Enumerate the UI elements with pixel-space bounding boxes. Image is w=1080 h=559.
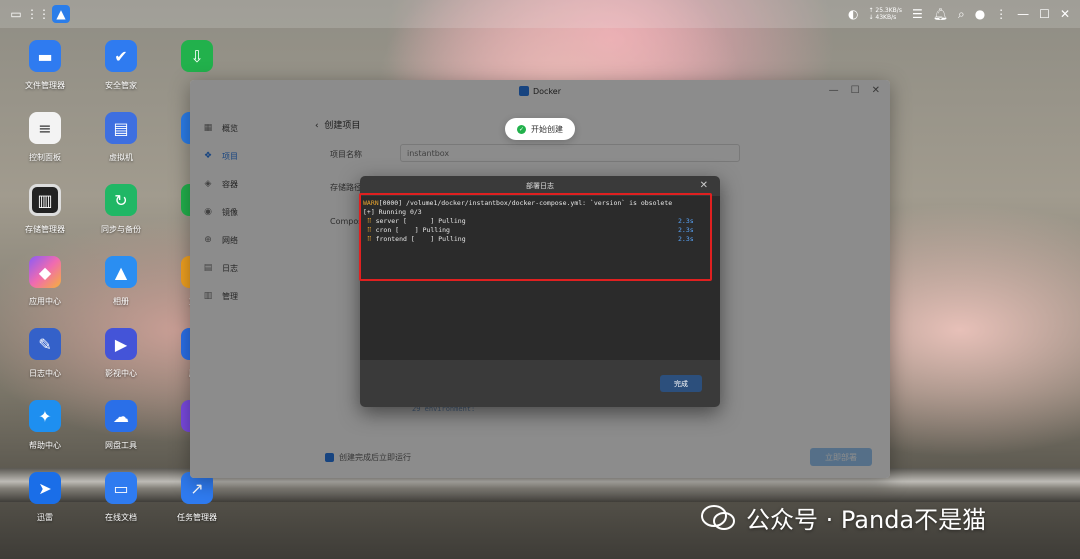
bird-icon: ➤ (29, 472, 61, 504)
desktop-app-control-panel[interactable]: ≡ 控制面板 (10, 112, 80, 163)
search-icon[interactable]: ⌕ (958, 7, 965, 22)
tasks-icon[interactable]: ☰ (912, 7, 923, 21)
sync-icon: ↻ (105, 184, 137, 216)
desktop-app-thunder[interactable]: ➤ 迅雷 (10, 472, 80, 523)
top-bar: ▭ ⋮⋮ ▲ ◐ ↑ 25.3KB/s ↓ 43KB/s ☰ 🔔︎ ⌕ ● ⋮ … (0, 0, 1080, 28)
play-icon: ▶ (105, 328, 137, 360)
folder-icon: ▬ (29, 40, 61, 72)
user-icon[interactable]: ● (975, 7, 985, 21)
toast-notification: ✓ 开始创建 (505, 118, 575, 140)
cloud-drive-icon: ☁ (105, 400, 137, 432)
desktop-app-file-manager[interactable]: ▬ 文件管理器 (10, 40, 80, 91)
desktop-app-help[interactable]: ✦ 帮助中心 (10, 400, 80, 451)
close-icon[interactable]: ✕ (1060, 7, 1070, 21)
desktop-app-photos[interactable]: ▲ 相册 (86, 256, 156, 307)
desktop-app-security[interactable]: ✔ 安全管家 (86, 40, 156, 91)
maximize-icon[interactable]: ☐ (1039, 7, 1050, 21)
document-icon: ▭ (105, 472, 137, 504)
download-icon: ⇩ (181, 40, 213, 72)
photo-icon: ▲ (105, 256, 137, 288)
app-center-icon: ◆ (29, 256, 61, 288)
success-check-icon: ✓ (517, 124, 526, 134)
lightbulb-icon: ✦ (29, 400, 61, 432)
desktop-app-task-manager[interactable]: ↗ 任务管理器 (162, 472, 232, 523)
app-grid-icon[interactable]: ⋮⋮ (26, 6, 50, 22)
sliders-icon: ≡ (29, 112, 61, 144)
server-icon: ▤ (105, 112, 137, 144)
docker-taskbar-icon[interactable]: ▲ (52, 5, 70, 23)
desktop-app-storage[interactable]: ▥ 存储管理器 (10, 184, 80, 235)
notification-icon[interactable]: 🔔︎ (933, 7, 948, 21)
network-speed: ↑ 25.3KB/s ↓ 43KB/s (868, 7, 902, 21)
desktop-app-vm[interactable]: ▤ 虚拟机 (86, 112, 156, 163)
desktop-app-center[interactable]: ◆ 应用中心 (10, 256, 80, 307)
options-icon[interactable]: ⋮ (995, 7, 1007, 21)
highlight-box (359, 193, 712, 281)
storage-icon: ▥ (29, 184, 61, 216)
desktop-app-netdisk[interactable]: ☁ 网盘工具 (86, 400, 156, 451)
shield-icon: ✔ (105, 40, 137, 72)
desktop-icon[interactable]: ▭ (8, 6, 24, 22)
done-button[interactable]: 完成 (660, 375, 702, 392)
dialog-close-icon[interactable]: ✕ (700, 180, 708, 191)
desktop-app-video[interactable]: ▶ 影视中心 (86, 328, 156, 379)
desktop-app-docs[interactable]: ▭ 在线文档 (86, 472, 156, 523)
log-icon: ✎ (29, 328, 61, 360)
wechat-icon (701, 504, 735, 530)
dialog-title: 部署日志 (526, 182, 554, 190)
desktop-app-log-center[interactable]: ✎ 日志中心 (10, 328, 80, 379)
download-speed: ↓ 43KB/s (868, 14, 897, 21)
minimize-icon[interactable]: — (1017, 7, 1029, 21)
desktop-app-sync[interactable]: ↻ 同步与备份 (86, 184, 156, 235)
upload-speed: ↑ 25.3KB/s (868, 7, 902, 14)
watermark: 公众号 · Panda不是猫 (700, 500, 986, 535)
network-icon[interactable]: ◐ (848, 7, 858, 21)
